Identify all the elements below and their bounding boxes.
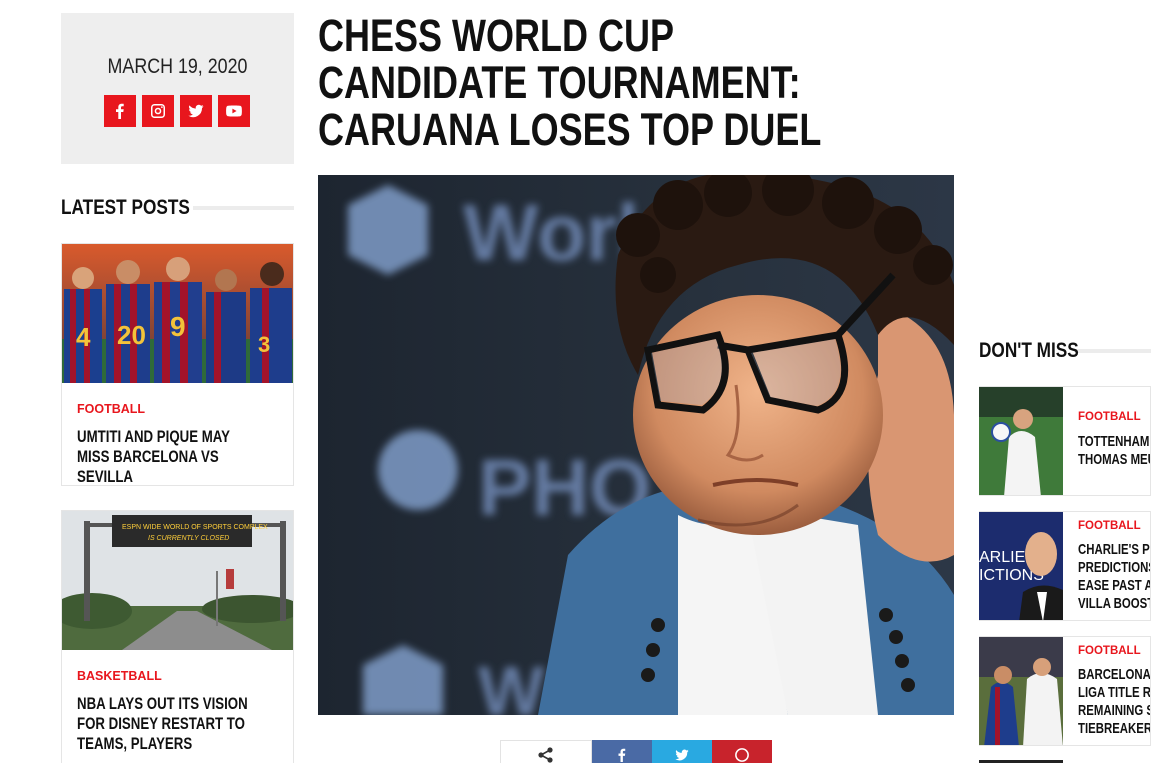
twitter-icon — [188, 104, 204, 118]
svg-text:3: 3 — [258, 332, 270, 357]
dont-miss-item[interactable]: ARLIE'S ICTIONS FOOTBALL CHARLIE'S PR PR… — [979, 511, 1151, 621]
dont-miss-category[interactable]: FOOTBALL — [1078, 645, 1141, 657]
facebook-icon — [618, 748, 626, 762]
title-line: PREDICTIONS — [1078, 559, 1151, 576]
svg-text:W: W — [478, 652, 544, 715]
svg-text:9: 9 — [170, 311, 186, 342]
heading-rule — [193, 206, 294, 210]
share-bar — [500, 740, 772, 763]
dont-miss-category[interactable]: FOOTBALL — [1078, 520, 1141, 532]
heading-rule — [1075, 349, 1151, 353]
dont-miss-thumbnail[interactable] — [979, 637, 1063, 745]
title-line: REMAINING S — [1078, 702, 1151, 719]
article-title: CHESS WORLD CUP CANDIDATE TOURNAMENT: CA… — [318, 10, 822, 155]
latest-post-card[interactable]: ESPN WIDE WORLD OF SPORTS COMPLEX IS CUR… — [61, 510, 294, 763]
date-box: MARCH 19, 2020 — [61, 13, 294, 164]
post-category[interactable]: FOOTBALL — [77, 402, 145, 416]
latest-post-card[interactable]: 4 20 9 3 FOOTBALL UMTITI AND PIQUE MAY M… — [61, 243, 294, 486]
latest-posts-header: LATEST POSTS — [61, 196, 294, 220]
title-line: THOMAS MEU — [1078, 451, 1151, 468]
post-thumbnail[interactable]: 4 20 9 3 — [62, 244, 293, 383]
chess-player-photo: Worl PHO W — [318, 175, 954, 715]
dont-miss-heading: DON'T MISS — [979, 339, 1079, 362]
dont-miss-title[interactable]: BARCELONA-I LIGA TITLE RA REMAINING S TI… — [1078, 666, 1151, 738]
svg-text:20: 20 — [117, 320, 146, 350]
dont-miss-category[interactable]: FOOTBALL — [1078, 411, 1141, 423]
youtube-button[interactable] — [218, 95, 250, 127]
latest-posts-heading: LATEST POSTS — [61, 196, 190, 219]
football-team-image: 4 20 9 3 — [62, 244, 293, 383]
dont-miss-title[interactable]: CHARLIE'S PR PREDICTIONS EASE PAST AR VI… — [1078, 541, 1151, 613]
title-line: VILLA BOOST? — [1078, 595, 1150, 612]
footballer-white-kit-image — [979, 387, 1063, 495]
dont-miss-title[interactable]: TOTTENHAM I THOMAS MEU — [1078, 433, 1151, 469]
title-line: LIGA TITLE RA — [1078, 684, 1151, 701]
svg-text:4: 4 — [76, 322, 91, 352]
dont-miss-item[interactable]: FOOTBALL BARCELONA-I LIGA TITLE RA REMAI… — [979, 636, 1151, 746]
social-links — [104, 95, 250, 127]
facebook-icon — [116, 103, 124, 119]
share-icon — [538, 747, 553, 763]
title-line: TOTTENHAM I — [1078, 433, 1151, 450]
share-button[interactable] — [500, 740, 592, 763]
youtube-icon — [226, 105, 242, 117]
share-pinterest-button[interactable] — [712, 740, 772, 763]
article-hero-image: Worl PHO W — [318, 175, 954, 715]
sign-text-line1: ESPN WIDE WORLD OF SPORTS COMPLEX — [122, 524, 268, 531]
instagram-button[interactable] — [142, 95, 174, 127]
barcelona-vs-madrid-image — [979, 637, 1063, 745]
twitter-button[interactable] — [180, 95, 212, 127]
twitter-icon — [675, 749, 689, 761]
post-title[interactable]: UMTITI AND PIQUE MAY MISS BARCELONA VS S… — [77, 427, 256, 487]
instagram-icon — [151, 104, 165, 118]
share-facebook-button[interactable] — [592, 740, 652, 763]
title-line: CHARLIE'S PR — [1078, 541, 1151, 558]
pinterest-icon — [735, 748, 749, 762]
presenter-image: ARLIE'S ICTIONS — [979, 512, 1063, 620]
dont-miss-item[interactable]: FOOTBALL TOTTENHAM I THOMAS MEU — [979, 386, 1151, 496]
title-line: EASE PAST AR — [1078, 577, 1150, 594]
facebook-button[interactable] — [104, 95, 136, 127]
post-thumbnail[interactable]: ESPN WIDE WORLD OF SPORTS COMPLEX IS CUR… — [62, 511, 293, 650]
title-line: BARCELONA-I — [1078, 666, 1151, 683]
dont-miss-thumbnail[interactable] — [979, 387, 1063, 495]
sign-text-line2: IS CURRENTLY CLOSED — [148, 535, 229, 542]
post-title[interactable]: NBA LAYS OUT ITS VISION FOR DISNEY RESTA… — [77, 694, 256, 754]
post-category[interactable]: BASKETBALL — [77, 669, 162, 683]
dont-miss-header: DON'T MISS — [979, 339, 1151, 363]
title-line: TIEBREAKER — [1078, 720, 1151, 737]
dont-miss-thumbnail[interactable]: ARLIE'S ICTIONS — [979, 512, 1063, 620]
closed-complex-sign-image: ESPN WIDE WORLD OF SPORTS COMPLEX IS CUR… — [62, 511, 293, 650]
svg-text:Worl: Worl — [463, 188, 639, 277]
share-twitter-button[interactable] — [652, 740, 712, 763]
post-date: MARCH 19, 2020 — [107, 55, 248, 78]
